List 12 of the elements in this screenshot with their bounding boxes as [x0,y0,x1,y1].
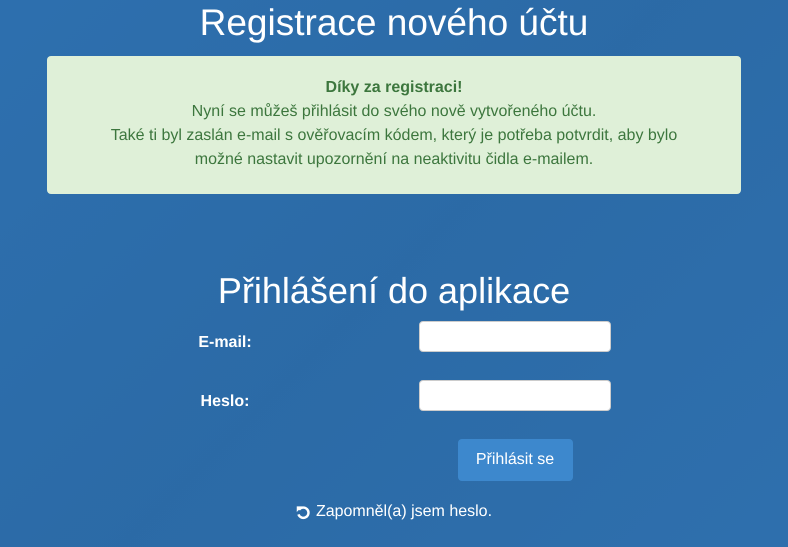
alert-message: Také ti byl zaslán e-mail s ověřovacím kódem, který je potřeba potvrdit, aby bylo možné nastavit upozornění na neaktivitu čidla e-mailem. [110,126,678,170]
login-title: Přihlášení do aplikace [218,269,570,313]
alert-message: Nyní se můžeš přihlásit do svého nově vytvořeného účtu. [190,102,598,122]
email-field[interactable] [419,321,611,352]
password-field[interactable] [419,380,611,411]
page-title: Registrace nového účtu [200,1,588,45]
alert-heading: Díky za registraci! [326,78,462,98]
forgot-password-link[interactable]: Zapomněl(a) jsem heslo. [316,503,492,521]
field-label: E-mail: [198,332,252,352]
reset-icon [296,504,311,520]
field-label: Heslo: [200,392,250,410]
login-button[interactable]: Přihlásit se [458,439,572,481]
